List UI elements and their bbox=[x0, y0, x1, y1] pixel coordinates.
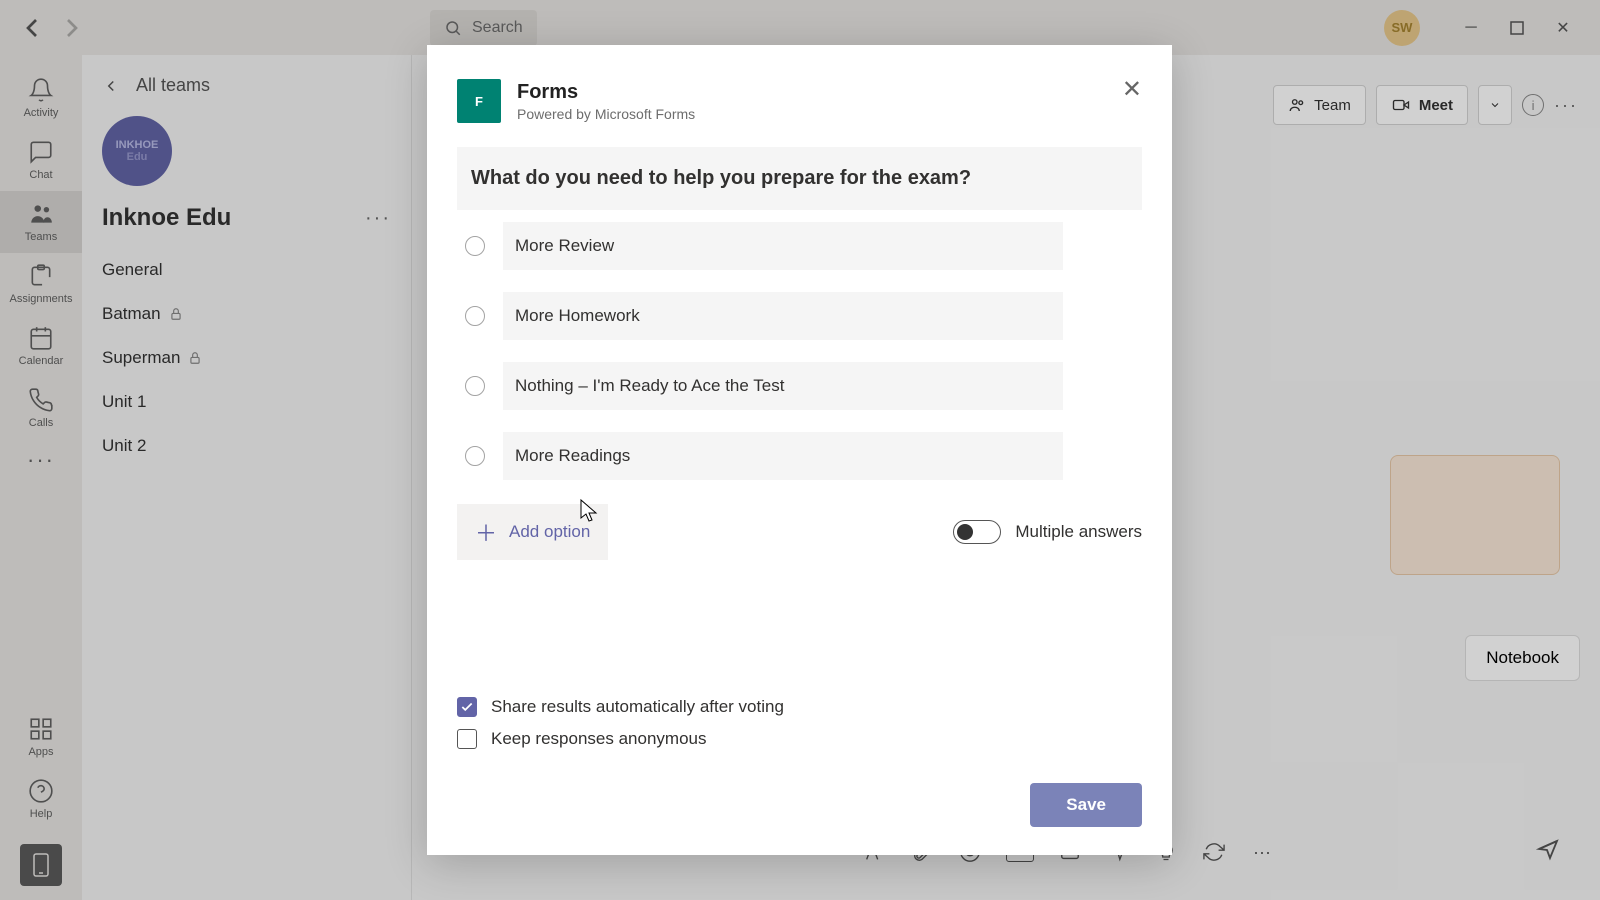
option-input[interactable]: More Review bbox=[503, 222, 1063, 270]
option-row: More Readings bbox=[457, 426, 1142, 486]
close-icon[interactable]: ✕ bbox=[1122, 75, 1142, 104]
anonymous-checkbox[interactable] bbox=[457, 729, 477, 749]
radio-icon bbox=[465, 306, 485, 326]
multiple-answers-toggle[interactable] bbox=[953, 520, 1001, 544]
add-option-label: Add option bbox=[509, 522, 590, 542]
options-list: More Review More Homework Nothing – I'm … bbox=[457, 216, 1142, 486]
forms-modal: F Forms Powered by Microsoft Forms ✕ Wha… bbox=[427, 45, 1172, 855]
multiple-answers-label: Multiple answers bbox=[1015, 522, 1142, 542]
add-option-button[interactable]: ＋ Add option bbox=[457, 504, 608, 560]
modal-subtitle: Powered by Microsoft Forms bbox=[517, 106, 695, 122]
option-row: More Homework bbox=[457, 286, 1142, 346]
option-row: Nothing – I'm Ready to Ace the Test bbox=[457, 356, 1142, 416]
question-input[interactable]: What do you need to help you prepare for… bbox=[457, 147, 1142, 210]
radio-icon bbox=[465, 446, 485, 466]
radio-icon bbox=[465, 376, 485, 396]
share-results-label: Share results automatically after voting bbox=[491, 697, 784, 717]
option-input[interactable]: Nothing – I'm Ready to Ace the Test bbox=[503, 362, 1063, 410]
forms-app-icon: F bbox=[457, 79, 501, 123]
option-input[interactable]: More Readings bbox=[503, 432, 1063, 480]
option-row: More Review bbox=[457, 216, 1142, 276]
option-input[interactable]: More Homework bbox=[503, 292, 1063, 340]
anonymous-label: Keep responses anonymous bbox=[491, 729, 706, 749]
share-results-checkbox[interactable] bbox=[457, 697, 477, 717]
save-button[interactable]: Save bbox=[1030, 783, 1142, 827]
radio-icon bbox=[465, 236, 485, 256]
plus-icon: ＋ bbox=[475, 516, 497, 548]
modal-title: Forms bbox=[517, 81, 695, 104]
